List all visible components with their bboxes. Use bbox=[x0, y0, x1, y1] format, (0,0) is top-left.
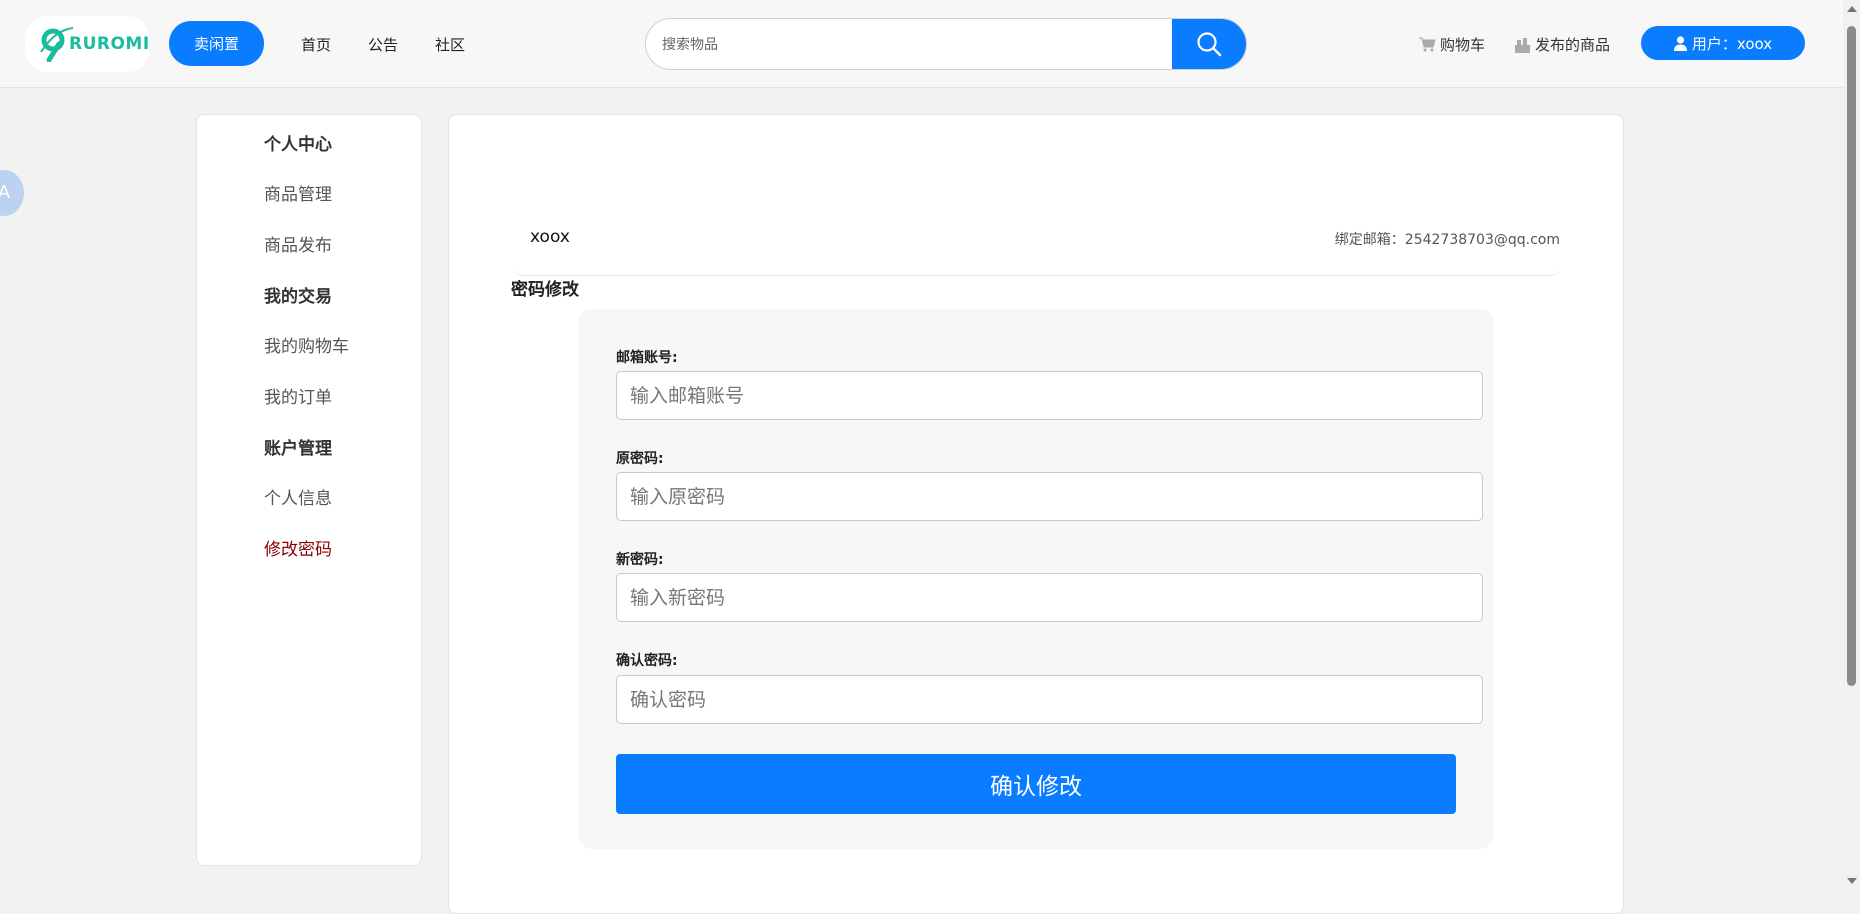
site-logo[interactable]: RUROMI bbox=[25, 16, 149, 72]
sidebar-heading-my-transactions: 我的交易 bbox=[264, 287, 332, 307]
scroll-up-arrow-icon[interactable] bbox=[1847, 6, 1857, 12]
nav-community-link[interactable]: 社区 bbox=[435, 34, 465, 55]
new-password-label: 新密码: bbox=[616, 552, 664, 568]
old-password-input[interactable] bbox=[616, 472, 1483, 521]
shop-icon bbox=[1515, 37, 1530, 53]
cart-icon bbox=[1419, 37, 1436, 52]
published-items-link[interactable]: 发布的商品 bbox=[1514, 34, 1610, 55]
cart-label: 购物车 bbox=[1440, 36, 1486, 54]
new-password-input[interactable] bbox=[616, 573, 1483, 622]
sidebar: 个人中心 商品管理 商品发布 我的交易 我的购物车 我的订单 账户管理 个人信息… bbox=[196, 114, 422, 866]
sidebar-item-personal-info[interactable]: 个人信息 bbox=[264, 484, 332, 509]
nav-announcements-link[interactable]: 公告 bbox=[368, 34, 398, 55]
published-items-label: 发布的商品 bbox=[1535, 36, 1611, 54]
translate-icon[interactable]: A bbox=[0, 170, 24, 216]
password-change-title: 密码修改 bbox=[511, 280, 579, 300]
sidebar-item-my-orders[interactable]: 我的订单 bbox=[264, 383, 332, 408]
confirm-password-label: 确认密码: bbox=[616, 653, 678, 669]
nav-home-link[interactable]: 首页 bbox=[301, 34, 331, 55]
sidebar-item-my-cart[interactable]: 我的购物车 bbox=[264, 332, 349, 357]
scroll-down-arrow-icon[interactable] bbox=[1847, 878, 1857, 884]
cart-link[interactable]: 购物车 bbox=[1419, 34, 1485, 55]
sell-secondhand-button[interactable]: 卖闲置 bbox=[169, 21, 264, 66]
sidebar-item-change-password[interactable]: 修改密码 bbox=[264, 535, 332, 560]
main-panel: xoox 绑定邮箱：2542738703@qq.com 密码修改 邮箱账号: 原… bbox=[448, 114, 1624, 914]
top-header: RUROMI 卖闲置 首页 公告 社区 购物车 发布的商品 bbox=[0, 0, 1860, 88]
search-icon bbox=[1197, 32, 1222, 57]
email-account-label: 邮箱账号: bbox=[616, 350, 678, 366]
profile-username: xoox bbox=[530, 227, 570, 247]
logo-text: RUROMI bbox=[69, 34, 150, 54]
sidebar-item-product-management[interactable]: 商品管理 bbox=[264, 180, 332, 205]
search-input[interactable] bbox=[660, 19, 1164, 69]
sidebar-item-product-publish[interactable]: 商品发布 bbox=[264, 231, 332, 256]
user-label: 用户：xoox bbox=[1691, 34, 1773, 53]
password-form: 邮箱账号: 原密码: 新密码: 确认密码: 确认修改 bbox=[579, 309, 1493, 849]
search-button[interactable] bbox=[1172, 19, 1246, 69]
email-account-input[interactable] bbox=[616, 371, 1483, 420]
user-menu-button[interactable]: 用户：xoox bbox=[1641, 26, 1805, 60]
scrollbar-thumb[interactable] bbox=[1847, 26, 1856, 686]
old-password-label: 原密码: bbox=[616, 451, 664, 467]
page-scrollbar[interactable] bbox=[1843, 0, 1860, 890]
sidebar-heading-account-management: 账户管理 bbox=[264, 439, 332, 459]
confirm-password-input[interactable] bbox=[616, 675, 1483, 724]
confirm-change-button[interactable]: 确认修改 bbox=[616, 754, 1456, 814]
user-icon bbox=[1673, 35, 1687, 51]
search-bar bbox=[645, 18, 1247, 70]
sidebar-heading-personal-center: 个人中心 bbox=[264, 135, 332, 155]
bound-email: 绑定邮箱：2542738703@qq.com bbox=[1334, 232, 1560, 248]
